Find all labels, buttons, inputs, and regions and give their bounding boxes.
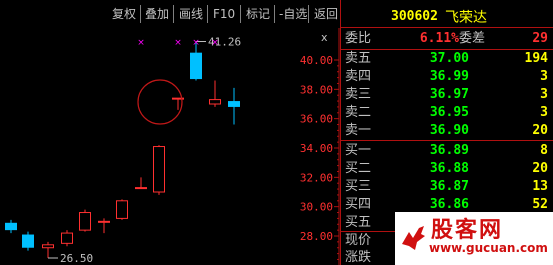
bid-price: 36.88 [429, 161, 469, 176]
y-tick-label: 38.00 [300, 83, 333, 96]
watermark-title: 股客网 [431, 217, 504, 243]
y-tick-label: 28.00 [300, 230, 333, 243]
bid-row: 买一 36.89 8 [341, 142, 553, 160]
candle-body [98, 220, 110, 223]
weicha-label: 委差 [459, 31, 486, 46]
f10-button[interactable]: F10 [211, 5, 237, 23]
candle-body [42, 244, 54, 249]
ask-volume: 3 [540, 69, 548, 84]
bid-label: 买五 [345, 215, 372, 230]
toolbar-separator [240, 5, 241, 23]
back-button[interactable]: 返回 [312, 5, 340, 23]
ask-label: 卖二 [345, 105, 372, 120]
ask-label: 卖三 [345, 87, 372, 102]
draw-line-button[interactable]: 画线 [177, 5, 205, 23]
event-marker-icon: × [211, 38, 219, 48]
candle-body [61, 232, 73, 244]
candle-body [228, 101, 240, 107]
bid-volume: 8 [540, 143, 548, 158]
change-label: 涨跌 [345, 250, 372, 265]
ask-label: 卖一 [345, 123, 372, 138]
watermark: 股客网 www.gucuan.com [395, 212, 553, 265]
bid-label: 买三 [345, 179, 372, 194]
watermark-url: www.gucuan.com [429, 241, 548, 255]
toolbar-separator [207, 5, 208, 23]
section-divider [341, 140, 553, 141]
event-marker-icon: × [174, 38, 182, 48]
candle-body [5, 222, 17, 231]
toolbar-separator [140, 5, 141, 23]
candle-body [22, 234, 34, 248]
candle-body [116, 200, 128, 219]
bid-label: 买四 [345, 197, 372, 212]
stock-code: 300602 [391, 9, 438, 24]
candle-body [135, 187, 147, 190]
annotation-circle [137, 79, 183, 125]
ask-row: 卖五 37.00 194 [341, 50, 553, 68]
ask-price: 36.90 [429, 123, 469, 138]
ask-volume: 3 [540, 105, 548, 120]
low-label: 26.50 [60, 252, 93, 265]
bid-row: 买三 36.87 13 [341, 178, 553, 196]
bid-label: 买一 [345, 143, 372, 158]
bid-label: 买二 [345, 161, 372, 176]
ask-volume: 3 [540, 87, 548, 102]
toolbar-separator [274, 5, 275, 23]
bid-row: 买二 36.88 20 [341, 160, 553, 178]
ask-label: 卖五 [345, 51, 372, 66]
weibi-label: 委比 [345, 31, 372, 46]
remove-watchlist-button[interactable]: -自选 [277, 5, 309, 23]
current-price-label: 现价 [345, 233, 372, 248]
mark-button[interactable]: 标记 [244, 5, 272, 23]
bid-price: 36.89 [429, 143, 469, 158]
weibi-value: 6.11% [419, 31, 459, 46]
bid-volume: 13 [532, 179, 548, 194]
ask-row: 卖一 36.90 20 [341, 122, 553, 140]
kline-chart[interactable]: 40.0038.0036.0034.0032.0030.0028.0041.26… [0, 28, 340, 265]
bid-price: 36.87 [429, 179, 469, 194]
ask-row: 卖四 36.99 3 [341, 68, 553, 86]
candle-body [153, 146, 165, 193]
candle-body [209, 99, 221, 105]
stock-name: 飞荣达 [445, 10, 487, 26]
stock-header: 300602 飞荣达 [341, 0, 553, 28]
candle-body [190, 52, 202, 80]
ask-price: 36.97 [429, 87, 469, 102]
weicha-value: 29 [532, 31, 548, 46]
ask-label: 卖四 [345, 69, 372, 84]
ask-row: 卖三 36.97 3 [341, 86, 553, 104]
restore-rights-button[interactable]: 复权 [110, 5, 138, 23]
ask-volume: 194 [524, 51, 548, 66]
chart-toolbar: 复权 叠加 画线 F10 标记 -自选 返回 [0, 0, 340, 28]
toolbar-separator [173, 5, 174, 23]
candle-body [79, 212, 91, 231]
event-marker-icon: × [192, 38, 200, 48]
ask-volume: 20 [532, 123, 548, 138]
event-marker-icon: × [137, 38, 145, 48]
bid-volume: 20 [532, 161, 548, 176]
toolbar-separator [308, 5, 309, 23]
y-tick-label: 32.00 [300, 171, 333, 184]
ask-price: 37.00 [429, 51, 469, 66]
bull-logo-icon [402, 226, 425, 250]
y-tick-label: 36.00 [300, 113, 333, 126]
y-tick-label: 34.00 [300, 142, 333, 155]
weibi-row: 委比 6.11% 委差 29 [341, 30, 553, 48]
overlay-button[interactable]: 叠加 [143, 5, 171, 23]
ask-price: 36.99 [429, 69, 469, 84]
ask-row: 卖二 36.95 3 [341, 104, 553, 122]
ask-price: 36.95 [429, 105, 469, 120]
y-tick-label: 30.00 [300, 201, 333, 214]
y-tick-label: 40.00 [300, 54, 333, 67]
